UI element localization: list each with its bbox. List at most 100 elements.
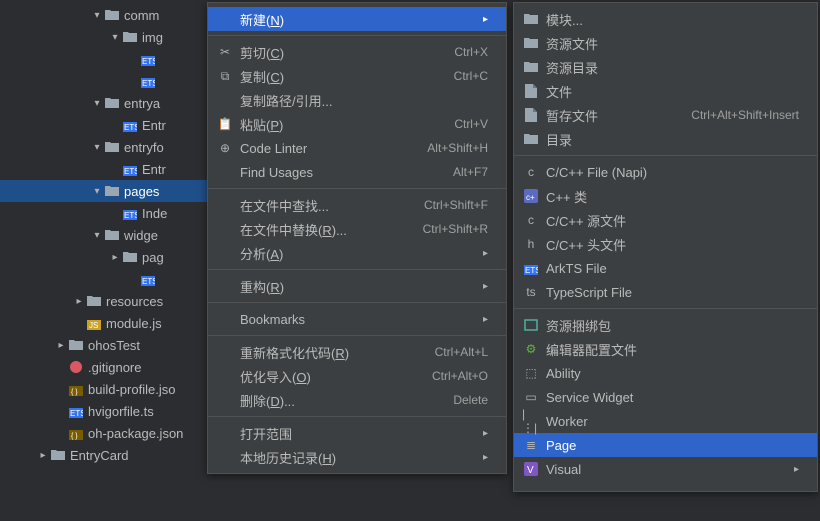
✂-icon: ✂ bbox=[216, 45, 234, 59]
file-icon bbox=[522, 84, 540, 98]
svg-text:{ }: { } bbox=[71, 433, 78, 440]
menu-item-shortcut: Ctrl+V bbox=[454, 117, 488, 131]
menu-item-shortcut: Ctrl+Alt+L bbox=[435, 345, 488, 359]
menu-item-label: 资源文件 bbox=[546, 34, 799, 53]
menu-item[interactable]: 在文件中查找...Ctrl+Shift+F bbox=[208, 193, 506, 217]
menu-item[interactable]: 目录 bbox=[514, 127, 817, 151]
json-icon: { } bbox=[68, 426, 84, 440]
menu-item-label: 编辑器配置文件 bbox=[546, 340, 799, 359]
c-icon: c bbox=[522, 213, 540, 227]
menu-item[interactable]: 资源捆绑包 bbox=[514, 313, 817, 337]
menu-item-label: C/C++ File (Napi) bbox=[546, 165, 799, 180]
menu-item[interactable]: c C/C++ 源文件 bbox=[514, 208, 817, 232]
git-icon bbox=[68, 360, 84, 374]
menu-item[interactable]: 优化导入(O)Ctrl+Alt+O bbox=[208, 364, 506, 388]
ets-icon: ETS bbox=[122, 118, 138, 132]
menu-item-shortcut: Ctrl+Shift+R bbox=[423, 222, 488, 236]
svg-text:ETS: ETS bbox=[142, 79, 155, 88]
folder-icon bbox=[104, 96, 120, 110]
menu-item-label: 删除(D)... bbox=[240, 391, 441, 410]
menu-item[interactable]: 重新格式化代码(R) Ctrl+Alt+L bbox=[208, 340, 506, 364]
menu-item-label: 重新格式化代码(R) bbox=[240, 343, 423, 362]
submenu-arrow-icon: ▸ bbox=[483, 452, 488, 463]
chevron-down-icon: ▾ bbox=[90, 142, 104, 153]
folder-icon bbox=[522, 61, 540, 73]
chevron-down-icon: ▾ bbox=[90, 98, 104, 109]
menu-item[interactable]: 模块... bbox=[514, 7, 817, 31]
ets-icon: ETS bbox=[140, 272, 156, 286]
menu-item[interactable]: cC/C++ File (Napi) bbox=[514, 160, 817, 184]
ets-icon: ETS bbox=[68, 404, 84, 418]
menu-item[interactable]: ⚙编辑器配置文件 bbox=[514, 337, 817, 361]
menu-item[interactable]: 分析(A) ▸ bbox=[208, 241, 506, 265]
submenu-arrow-icon: ▸ bbox=[483, 248, 488, 259]
menu-item[interactable]: 本地历史记录(H)▸ bbox=[208, 445, 506, 469]
chevron-down-icon: ▾ bbox=[90, 230, 104, 241]
menu-item-label: Ability bbox=[546, 366, 799, 381]
menu-item-label: Code Linter bbox=[240, 141, 415, 156]
svg-text:V: V bbox=[527, 465, 534, 476]
svg-text:ETS: ETS bbox=[70, 409, 83, 418]
menu-item-label: C/C++ 源文件 bbox=[546, 211, 799, 230]
menu-item[interactable]: 文件 bbox=[514, 79, 817, 103]
menu-item[interactable]: ▭Service Widget bbox=[514, 385, 817, 409]
ability-icon: ⬚ bbox=[522, 366, 540, 380]
menu-item-label: 复制路径/引用... bbox=[240, 91, 488, 110]
menu-item[interactable]: Bookmarks▸ bbox=[208, 307, 506, 331]
menu-item[interactable]: 删除(D)...Delete bbox=[208, 388, 506, 412]
menu-item[interactable]: 新建(N) ▸ bbox=[208, 7, 506, 31]
folder-icon bbox=[50, 448, 66, 462]
tree-item-label: Inde bbox=[142, 206, 167, 221]
menu-item[interactable]: tsTypeScript File bbox=[514, 280, 817, 304]
ets-icon: ETS bbox=[122, 162, 138, 176]
new-submenu: 模块... 资源文件资源目录文件暂存文件Ctrl+Alt+Shift+Insert… bbox=[513, 2, 818, 492]
menu-item[interactable]: Find UsagesAlt+F7 bbox=[208, 160, 506, 184]
menu-item[interactable]: VVisual▸ bbox=[514, 457, 817, 481]
cpp-icon: c+ bbox=[522, 189, 540, 203]
menu-item[interactable]: c+C++ 类 bbox=[514, 184, 817, 208]
menu-item[interactable]: 资源目录 bbox=[514, 55, 817, 79]
menu-separator bbox=[208, 302, 506, 303]
menu-separator bbox=[514, 155, 817, 156]
menu-separator bbox=[514, 308, 817, 309]
svg-text:ETS: ETS bbox=[124, 123, 137, 132]
visual-icon: V bbox=[522, 462, 540, 476]
chevron-down-icon: ▾ bbox=[90, 186, 104, 197]
menu-item[interactable]: hC/C++ 头文件 bbox=[514, 232, 817, 256]
menu-item[interactable]: |⋮|Worker bbox=[514, 409, 817, 433]
ets-icon: ETS bbox=[140, 74, 156, 88]
tree-item-label: oh-package.json bbox=[88, 426, 183, 441]
menu-item[interactable]: 在文件中替换(R)... Ctrl+Shift+R bbox=[208, 217, 506, 241]
menu-item[interactable]: ≣Page bbox=[514, 433, 817, 457]
submenu-arrow-icon: ▸ bbox=[483, 14, 488, 25]
menu-item[interactable]: 暂存文件Ctrl+Alt+Shift+Insert bbox=[514, 103, 817, 127]
📋-icon: 📋 bbox=[216, 117, 234, 131]
menu-item[interactable]: ⬚ Ability bbox=[514, 361, 817, 385]
ets-icon: ETS bbox=[522, 261, 540, 275]
menu-item[interactable]: 重构(R)▸ bbox=[208, 274, 506, 298]
menu-item[interactable]: 打开范围▸ bbox=[208, 421, 506, 445]
menu-item[interactable]: ⧉复制(C)Ctrl+C bbox=[208, 64, 506, 88]
menu-item[interactable]: 📋粘贴(P)Ctrl+V bbox=[208, 112, 506, 136]
widget-icon: ▭ bbox=[522, 390, 540, 404]
menu-item[interactable]: ✂剪切(C)Ctrl+X bbox=[208, 40, 506, 64]
menu-item[interactable]: 复制路径/引用... bbox=[208, 88, 506, 112]
menu-item-shortcut: Ctrl+Shift+F bbox=[424, 198, 488, 212]
menu-item[interactable]: ETSArkTS File bbox=[514, 256, 817, 280]
tree-item-label: EntryCard bbox=[70, 448, 129, 463]
menu-item-label: Worker bbox=[546, 414, 799, 429]
menu-separator bbox=[208, 335, 506, 336]
menu-item-label: Visual bbox=[546, 462, 786, 477]
menu-item-label: 分析(A) bbox=[240, 244, 475, 263]
menu-item-label: 新建(N) bbox=[240, 10, 475, 29]
menu-item-shortcut: Ctrl+X bbox=[454, 45, 488, 59]
tree-item-label: Entr bbox=[142, 162, 166, 177]
menu-item-label: 模块... bbox=[546, 10, 799, 29]
tree-item-label: pages bbox=[124, 184, 159, 199]
tree-item-label: entrya bbox=[124, 96, 160, 111]
svg-text:ETS: ETS bbox=[124, 211, 137, 220]
menu-item[interactable]: 资源文件 bbox=[514, 31, 817, 55]
menu-item-label: 在文件中替换(R)... bbox=[240, 220, 411, 239]
menu-item[interactable]: ⊕Code LinterAlt+Shift+H bbox=[208, 136, 506, 160]
menu-item-label: 文件 bbox=[546, 82, 799, 101]
